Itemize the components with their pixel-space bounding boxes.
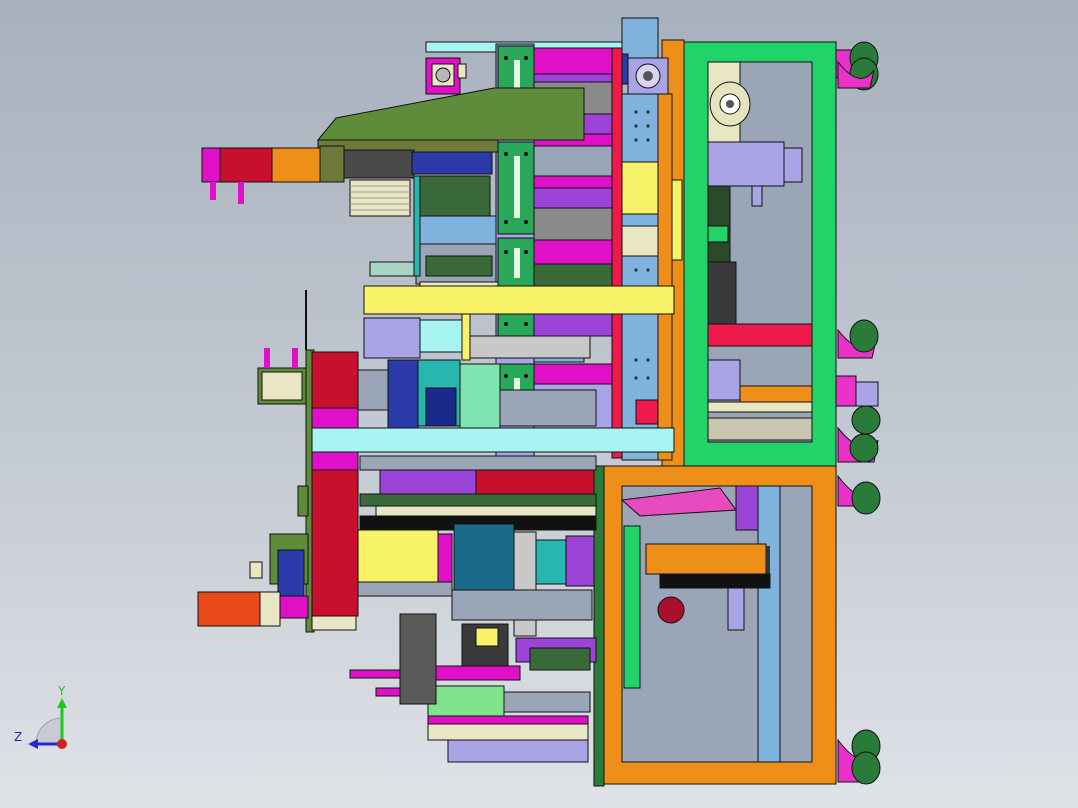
left-motor-mid[interactable]	[257, 348, 307, 405]
y-axis-label: Y	[58, 684, 66, 698]
cyan-beam[interactable]	[311, 427, 675, 453]
triad-graphic	[28, 698, 67, 749]
z-axis-label: Z	[14, 730, 23, 744]
caster-top[interactable]	[835, 41, 879, 91]
coordinate-triad[interactable]: Y Z	[12, 684, 82, 754]
yellow-beam[interactable]	[363, 285, 675, 315]
caster-mid-1[interactable]	[837, 319, 879, 359]
lower-cluster[interactable]	[349, 455, 597, 763]
caster-mid-3[interactable]	[837, 474, 881, 515]
x-axis-dot	[57, 739, 67, 749]
caster-bottom[interactable]	[837, 729, 881, 785]
caster-mid-2[interactable]	[835, 375, 881, 463]
left-motor-top[interactable]	[201, 145, 493, 217]
cad-viewport[interactable]: Y Z	[0, 0, 1078, 808]
cad-model[interactable]	[0, 0, 1078, 808]
green-guide-rod[interactable]	[413, 175, 421, 277]
